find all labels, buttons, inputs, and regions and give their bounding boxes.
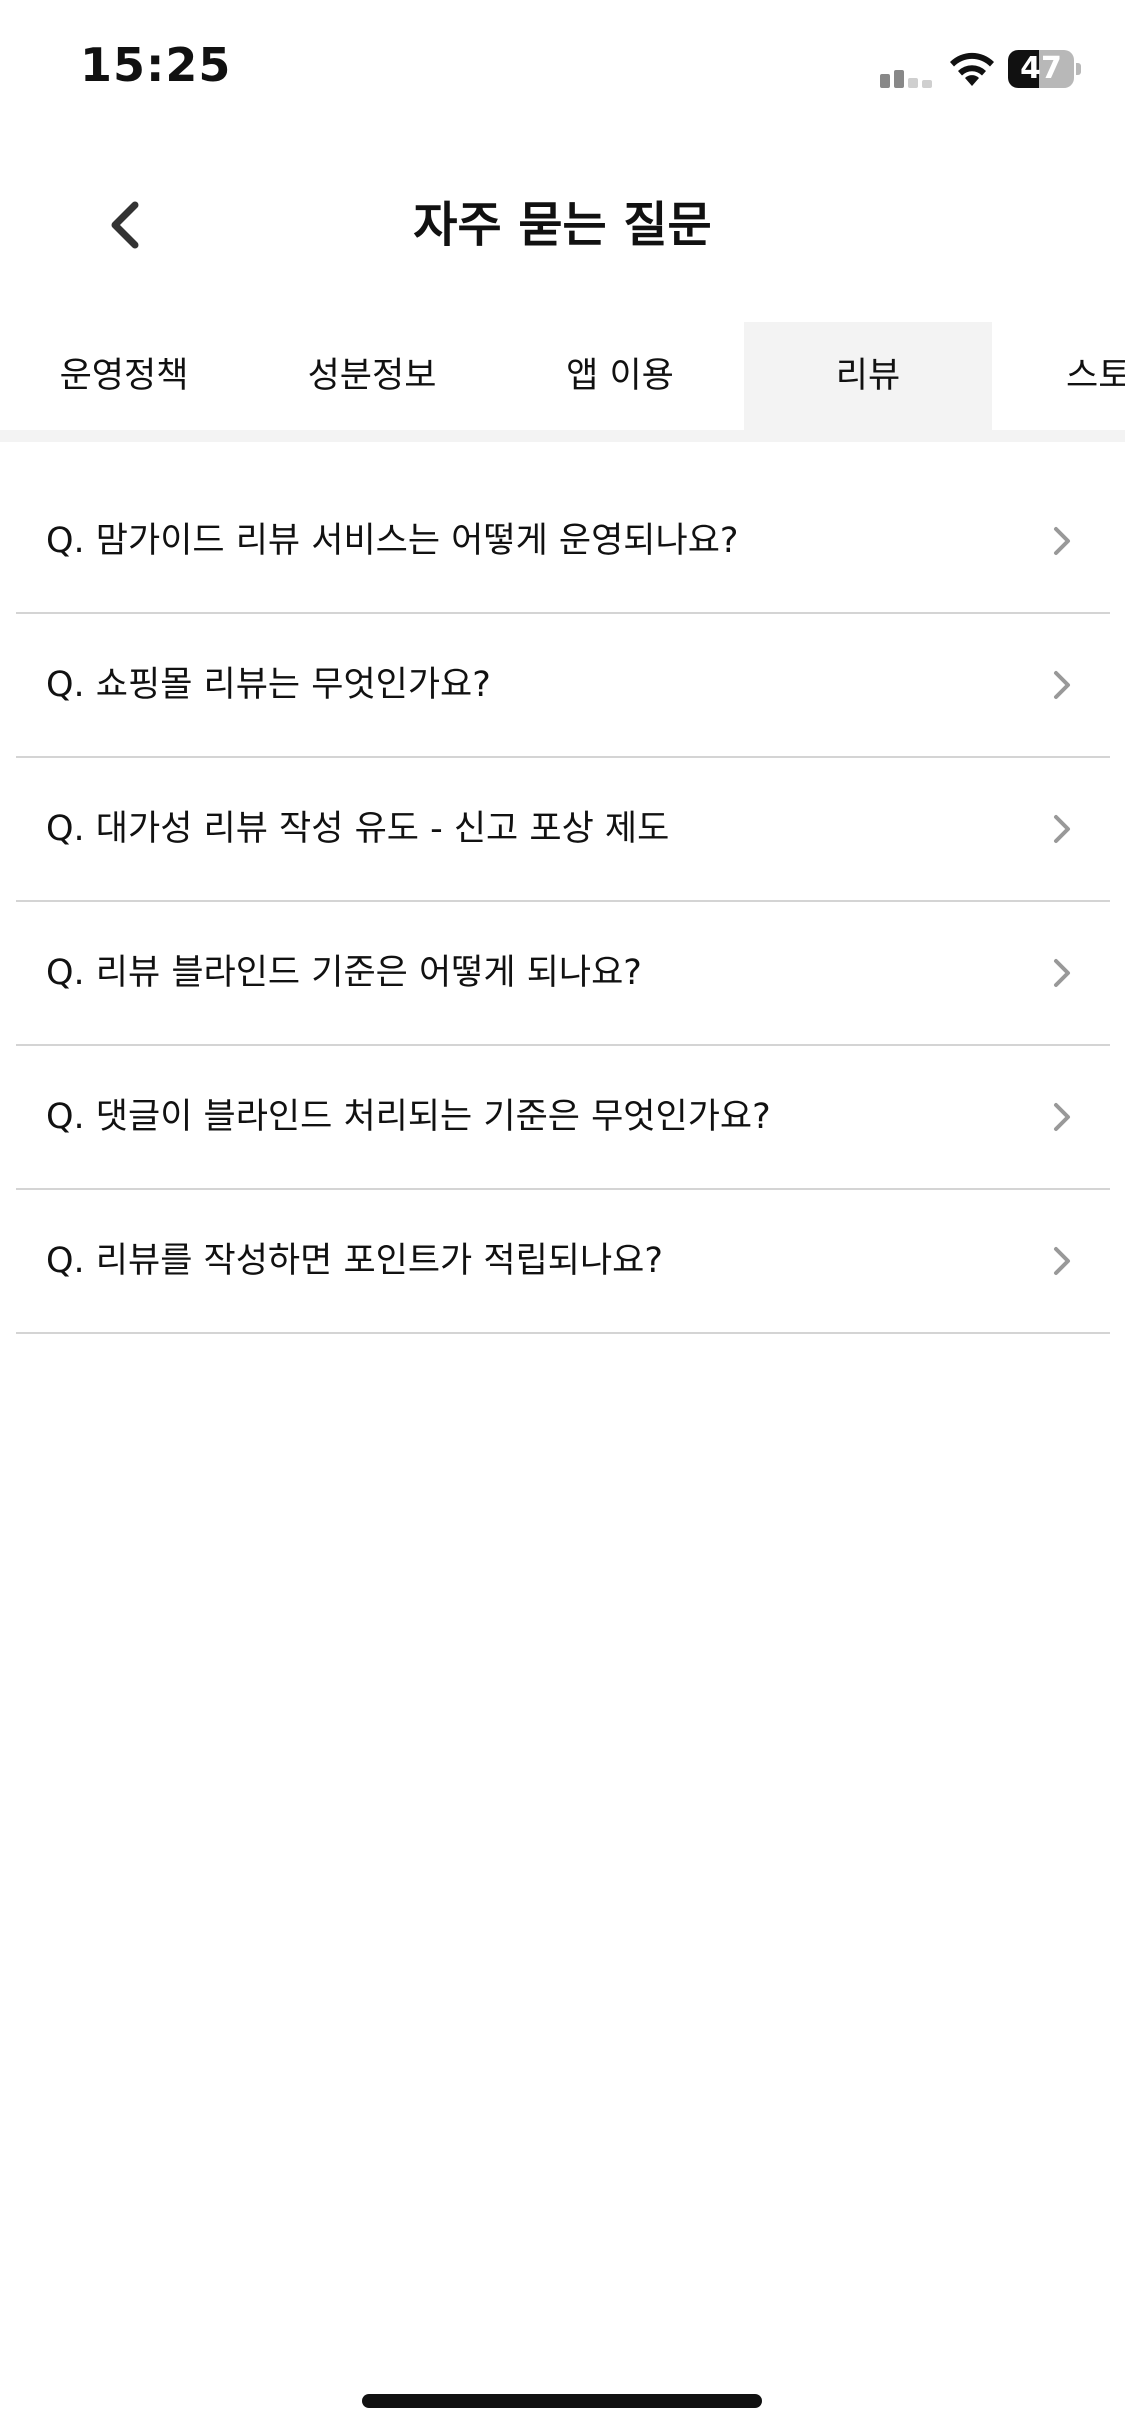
chevron-left-icon xyxy=(111,201,139,249)
signal-icon xyxy=(880,70,932,88)
header: 자주 묻는 질문 xyxy=(0,170,1125,280)
chevron-right-icon xyxy=(1054,1103,1070,1131)
faq-item[interactable]: Q. 리뷰를 작성하면 포인트가 적립되나요? xyxy=(16,1190,1110,1334)
faq-item[interactable]: Q. 쇼핑몰 리뷰는 무엇인가요? xyxy=(16,614,1110,758)
faq-list: Q. 맘가이드 리뷰 서비스는 어떻게 운영되나요? Q. 쇼핑몰 리뷰는 무엇… xyxy=(16,470,1110,1334)
page-title: 자주 묻는 질문 xyxy=(413,197,712,253)
faq-question: Q. 쇼핑몰 리뷰는 무엇인가요? xyxy=(46,665,491,705)
faq-item[interactable]: Q. 대가성 리뷰 작성 유도 - 신고 포상 제도 xyxy=(16,758,1110,902)
wifi-icon xyxy=(950,52,994,86)
chevron-right-icon xyxy=(1054,527,1070,555)
back-button[interactable] xyxy=(90,190,160,260)
category-tabs: 운영정책 성분정보 앱 이용 리뷰 스토 xyxy=(0,322,1125,430)
battery-body: 47 xyxy=(1008,50,1074,88)
chevron-right-icon xyxy=(1054,671,1070,699)
home-indicator[interactable] xyxy=(362,2394,762,2408)
battery-icon: 47 xyxy=(1008,50,1081,88)
tab-ingredient-info[interactable]: 성분정보 xyxy=(248,322,496,430)
tab-app-usage[interactable]: 앱 이용 xyxy=(496,322,744,430)
status-time: 15:25 xyxy=(80,38,232,92)
faq-item[interactable]: Q. 맘가이드 리뷰 서비스는 어떻게 운영되나요? xyxy=(16,470,1110,614)
faq-question: Q. 리뷰를 작성하면 포인트가 적립되나요? xyxy=(46,1241,663,1281)
faq-item[interactable]: Q. 댓글이 블라인드 처리되는 기준은 무엇인가요? xyxy=(16,1046,1110,1190)
faq-question: Q. 댓글이 블라인드 처리되는 기준은 무엇인가요? xyxy=(46,1097,771,1137)
tab-store[interactable]: 스토 xyxy=(1000,322,1125,430)
chevron-right-icon xyxy=(1054,1247,1070,1275)
tab-operation-policy[interactable]: 운영정책 xyxy=(0,322,248,430)
faq-question: Q. 맘가이드 리뷰 서비스는 어떻게 운영되나요? xyxy=(46,521,739,561)
status-bar: 15:25 47 xyxy=(0,0,1125,140)
faq-question: Q. 대가성 리뷰 작성 유도 - 신고 포상 제도 xyxy=(46,809,670,849)
faq-screen: 15:25 47 자주 묻는 질문 운영정책 성분정보 앱 이용 리뷰 스토 Q… xyxy=(0,0,1125,2436)
chevron-right-icon xyxy=(1054,815,1070,843)
tab-review[interactable]: 리뷰 xyxy=(744,322,992,430)
faq-question: Q. 리뷰 블라인드 기준은 어떻게 되나요? xyxy=(46,953,642,993)
battery-level: 47 xyxy=(1020,51,1062,86)
chevron-right-icon xyxy=(1054,959,1070,987)
faq-item[interactable]: Q. 리뷰 블라인드 기준은 어떻게 되나요? xyxy=(16,902,1110,1046)
tabs-divider xyxy=(0,430,1125,442)
battery-cap xyxy=(1076,63,1081,75)
